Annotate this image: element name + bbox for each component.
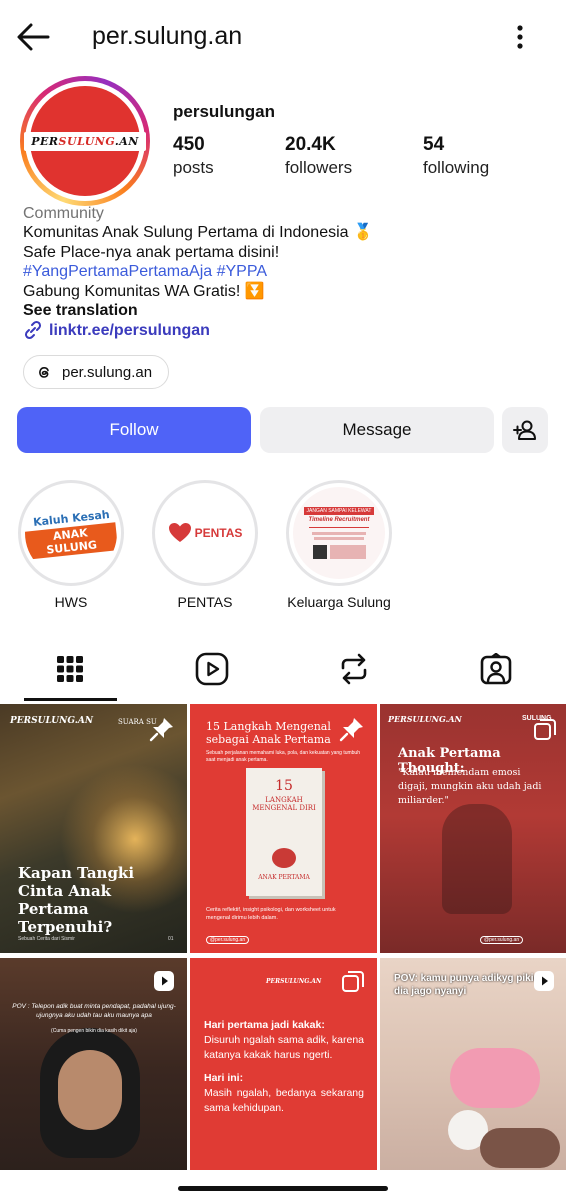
pentas-heart-icon (168, 523, 191, 542)
avatar-logo: PERSULUNG.AN (24, 131, 146, 151)
tab-reels[interactable] (166, 640, 258, 698)
repost-icon (341, 653, 367, 685)
category-label: Community (23, 205, 104, 222)
followers-stat[interactable]: 20.4K followers (285, 134, 352, 178)
post-brand: PERSULUNG.AN (10, 716, 94, 726)
highlight-cover: PENTAS (159, 487, 251, 579)
home-indicator[interactable] (178, 1186, 388, 1191)
post-heading: Hari pertama jadi kakak: (204, 1019, 325, 1031)
highlight-label: HWS (54, 594, 88, 610)
posts-label: posts (173, 158, 214, 177)
threads-icon (39, 367, 49, 378)
avatar: PERSULUNG.AN (24, 86, 146, 196)
followers-count: 20.4K (285, 134, 336, 155)
highlight-keluarga-sulung[interactable]: JANGAN SAMPAI KELEWAT Timeline Recruitme… (284, 480, 394, 610)
post-handle: @per.sulung.an (480, 936, 524, 944)
post-paragraph: Disuruh ngalah sama adik, karena katanya… (204, 1034, 364, 1061)
post-subtitle: Sebuah perjalanan memahami luka, pola, d… (206, 750, 360, 763)
threads-handle: per.sulung.an (62, 363, 153, 381)
post-paragraph: Masih ngalah, bedanya sekarang sama kehi… (204, 1087, 364, 1114)
following-count: 54 (423, 134, 445, 155)
grid-post[interactable]: PERSULUNG.AN SUARA SU Kapan Tangki Cinta… (0, 704, 187, 953)
grid-post[interactable]: PERSULUNG.AN SULUNG Anak Pertama Thought… (380, 704, 566, 953)
bio-link[interactable]: linktr.ee/persulungan (23, 320, 543, 340)
book-cover: 15 LANGKAH MENGENAL DIRI ANAK PERTAMA (246, 768, 322, 896)
back-arrow-icon[interactable] (14, 20, 54, 54)
grid-post[interactable]: POV : Telepon adik buat minta pendapat, … (0, 958, 187, 1180)
highlight-label: PENTAS (177, 594, 233, 610)
see-translation-link[interactable]: See translation (23, 301, 543, 320)
posts-count: 450 (173, 134, 205, 155)
pin-icon (149, 716, 175, 747)
reel-icon (153, 970, 175, 997)
post-title: 15 Langkah Mengenal sebagai Anak Pertama (206, 720, 331, 746)
follow-button[interactable]: Follow (17, 407, 251, 453)
post-quote: "Kalau memendam emosi digaji, mungkin ak… (398, 767, 542, 806)
gesture-bar-area (0, 1170, 566, 1200)
more-options-icon[interactable] (508, 20, 532, 54)
highlight-pentas[interactable]: PENTAS PENTAS (150, 480, 260, 610)
threads-badge[interactable]: per.sulung.an (23, 355, 170, 389)
grid-post[interactable]: PERSULUNG.AN Hari pertama jadi kakak: Di… (190, 958, 377, 1180)
post-caption: POV : Telepon adik buat minta pendapat, … (12, 1003, 176, 1019)
post-brand: PERSULUNG.AN (388, 714, 462, 724)
tagged-person-icon (480, 653, 512, 685)
followers-label: followers (285, 158, 353, 177)
carousel-icon (533, 718, 557, 747)
highlight-label: Keluarga Sulung (287, 594, 391, 610)
profile-handle: per.sulung.an (92, 22, 243, 50)
tab-tagged[interactable] (450, 640, 542, 698)
bio-line: Komunitas Anak Sulung Pertama di Indones… (23, 224, 373, 242)
post-caption-sub: (Cuma pengen bikin dia kasih dikit aja) (51, 1028, 137, 1034)
post-handle: @per.sulung.an (206, 936, 250, 944)
bio-line: Safe Place-nya anak pertama disini! (23, 243, 280, 261)
following-stat[interactable]: 54 following (423, 134, 489, 178)
post-title: Kapan Tangki Cinta Anak Pertama Terpenuh… (18, 864, 135, 936)
post-description: Cerita reflektif, insight psikologi, dan… (206, 907, 336, 921)
link-icon (24, 321, 42, 340)
content-tabs (0, 640, 566, 700)
highlight-cover: Kaluh Kesah ANAK SULUNG (25, 487, 117, 579)
highlight-hws[interactable]: Kaluh Kesah ANAK SULUNG HWS (16, 480, 126, 610)
story-ring[interactable]: PERSULUNG.AN (20, 76, 150, 206)
highlight-cover: JANGAN SAMPAI KELEWAT Timeline Recruitme… (293, 487, 385, 579)
posts-stat[interactable]: 450 posts (173, 134, 214, 178)
bio-link-text: linktr.ee/persulungan (49, 321, 210, 339)
grid-icon (57, 656, 83, 682)
post-page: 01 (168, 936, 174, 942)
bio: Community Komunitas Anak Sulung Pertama … (23, 204, 543, 340)
post-brand: PERSULUNG.AN (266, 978, 322, 985)
reels-icon (195, 652, 229, 686)
reel-icon (533, 970, 555, 997)
suggest-users-button[interactable] (502, 407, 548, 453)
bio-line: Gabung Komunitas WA Gratis! ⏬ (23, 282, 265, 300)
pin-icon (339, 716, 365, 747)
post-heading: Hari ini: (204, 1072, 244, 1084)
top-bar: per.sulung.an (0, 0, 566, 76)
grid-post[interactable]: 15 Langkah Mengenal sebagai Anak Pertama… (190, 704, 377, 953)
grid-post[interactable]: POV: kamu punya adikyg pikir dia jago ny… (380, 958, 566, 1180)
post-footer: Sebuah Cerita dari Sismir (18, 936, 75, 942)
message-button[interactable]: Message (260, 407, 494, 453)
tab-reposts[interactable] (308, 640, 400, 698)
post-caption: POV: kamu punya adikyg pikir dia jago ny… (394, 973, 538, 997)
carousel-icon (341, 970, 365, 999)
following-label: following (423, 158, 490, 177)
active-tab-indicator (24, 698, 117, 701)
tab-posts[interactable] (24, 640, 116, 698)
bio-hashtags[interactable]: #YangPertamaPertamaAja #YPPA (23, 262, 543, 281)
add-person-icon (513, 420, 536, 440)
profile-name: persulungan (173, 102, 276, 121)
